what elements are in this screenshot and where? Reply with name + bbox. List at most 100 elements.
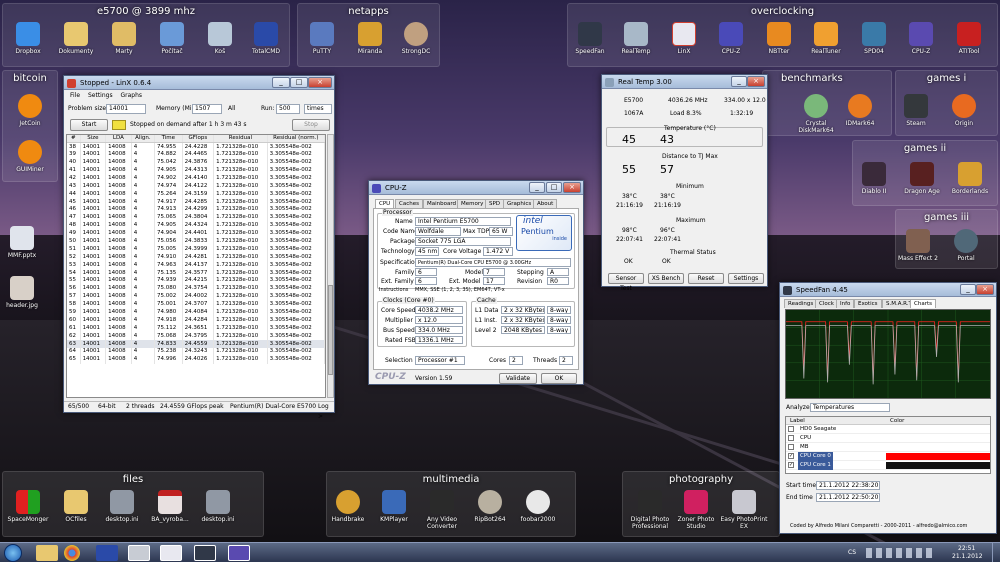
table-row[interactable]: 57 14001 14008 4 75.002 24.4002 1.721328e-010 3… xyxy=(67,292,325,301)
table-row[interactable]: 56 14001 14008 4 75.080 24.3754 1.721328e-010 3… xyxy=(67,284,325,293)
column-header[interactable]: Residual (norm.) xyxy=(267,135,325,144)
table-row[interactable]: 48 14001 14008 4 74.905 24.4324 1.721328e-010 3… xyxy=(67,221,325,230)
minimize-button[interactable]: _ xyxy=(529,182,545,193)
table-row[interactable]: 55 14001 14008 4 74.939 24.4215 1.721328e-010 3… xyxy=(67,277,325,285)
sensor-color-swatch[interactable] xyxy=(886,444,990,451)
explorer-icon[interactable] xyxy=(36,545,58,561)
close-button[interactable]: × xyxy=(976,284,994,295)
table-row[interactable]: 60 14001 14008 4 74.918 24.4284 1.721328e-010 3… xyxy=(67,316,325,325)
table-row[interactable]: 40 14001 14008 4 75.042 24.3876 1.721328e-010 3… xyxy=(67,158,325,167)
sensor-color-swatch[interactable] xyxy=(886,435,990,442)
show-desktop-button[interactable] xyxy=(992,543,1000,562)
desktop-icon-linx[interactable]: LinX xyxy=(658,22,710,55)
table-row[interactable]: 65 14001 14008 4 74.996 24.4026 1.721328e-010 3… xyxy=(67,355,325,364)
tab-mainboard[interactable]: Mainboard xyxy=(423,199,461,208)
desktop-icon-cpuz-2[interactable]: CPU-Z xyxy=(895,22,947,55)
desktop-icon-jetcoin[interactable]: JetCoin xyxy=(4,94,56,127)
close-button[interactable]: × xyxy=(308,77,332,88)
realtemp-window[interactable]: Real Temp 3.00 _ × E5700 4036.26 MHz 334… xyxy=(601,74,768,292)
totalcmd-icon[interactable] xyxy=(96,545,118,561)
table-row[interactable]: 38 14001 14008 4 74.955 24.4228 1.721328e-010 3… xyxy=(67,142,325,151)
desktop-icon-foobar[interactable]: foobar2000 xyxy=(512,490,564,523)
all-label[interactable]: All xyxy=(228,105,235,112)
selection-dropdown[interactable]: Processor #1 xyxy=(415,356,465,365)
desktop-icon-ripbot[interactable]: RipBot264 xyxy=(464,490,516,523)
sensor-checkbox[interactable] xyxy=(788,435,794,441)
desktop-icon-any-video[interactable]: Any Video Converter xyxy=(416,490,468,530)
cpuz-window[interactable]: CPU-Z _ □ × CPU Caches Mainboard Memory … xyxy=(368,180,584,385)
memory-input[interactable]: 1507 xyxy=(192,104,222,114)
problem-size-input[interactable]: 14001 xyxy=(106,104,146,114)
xs-bench-button[interactable]: XS Bench xyxy=(648,273,684,284)
language-indicator[interactable]: CS xyxy=(848,549,856,556)
sensor-checkbox[interactable]: ✓ xyxy=(788,453,794,459)
clock-time[interactable]: 22:51 xyxy=(958,545,975,552)
chrome-icon[interactable] xyxy=(64,545,80,561)
tray-icons[interactable] xyxy=(866,548,936,558)
desktop-icon-spd04[interactable]: SPD04 xyxy=(848,22,900,55)
sensor-list[interactable]: Label Color HD0 Seagate CPU MB ✓ CPU Core 0 ✓… xyxy=(785,416,991,474)
clock-date[interactable]: 21.1.2012 xyxy=(952,553,983,560)
desktop-icon-zoner[interactable]: Zoner Photo Studio xyxy=(670,490,722,530)
desktop-icon-totalcmd[interactable]: TotalCMD xyxy=(240,22,292,55)
realtemp-titlebar[interactable]: Real Temp 3.00 _ × xyxy=(602,75,767,89)
scroll-thumb[interactable] xyxy=(328,285,333,375)
desktop-icon-easy-photoprint[interactable]: Easy PhotoPrint EX xyxy=(718,490,770,530)
table-row[interactable]: 63 14001 14008 4 74.833 24.4559 1.721328e-010 3… xyxy=(67,340,325,349)
column-header[interactable]: Size xyxy=(80,135,107,144)
speedfan-titlebar[interactable]: SpeedFan 4.45 _ × xyxy=(780,283,996,297)
sensor-checkbox[interactable] xyxy=(788,444,794,450)
menu-file[interactable]: File xyxy=(70,92,80,99)
table-row[interactable]: 39 14001 14008 4 74.882 24.4465 1.721328e-010 3… xyxy=(67,150,325,159)
cpuz-titlebar[interactable]: CPU-Z _ □ × xyxy=(369,181,583,195)
times-select[interactable]: times xyxy=(304,104,332,114)
maximize-button[interactable]: □ xyxy=(290,77,308,88)
table-row[interactable]: 42 14001 14008 4 74.902 24.4140 1.721328e-010 3… xyxy=(67,174,325,183)
desktop-icon-nbtter[interactable]: NBTter xyxy=(753,22,805,55)
table-row[interactable]: 41 14001 14008 4 74.905 24.4313 1.721328e-010 3… xyxy=(67,166,325,175)
table-row[interactable]: 52 14001 14008 4 74.910 24.4281 1.721328e-010 3… xyxy=(67,253,325,262)
desktop-icon-dropbox[interactable]: Dropbox xyxy=(2,22,54,55)
table-row[interactable]: 58 14001 14008 4 75.001 24.3707 1.721328e-010 3… xyxy=(67,300,325,309)
desktop-icon-miranda[interactable]: Miranda xyxy=(344,22,396,55)
desktop-icon-idmark[interactable]: IDMark64 xyxy=(834,94,886,127)
analyze-dropdown[interactable]: Temperatures xyxy=(810,403,890,412)
desktop-icon-guiminer[interactable]: GUIMiner xyxy=(4,140,56,173)
desktop-icon-speedfan[interactable]: SpeedFan xyxy=(564,22,616,55)
tab-readings[interactable]: Readings xyxy=(784,299,818,308)
tab-exotics[interactable]: Exotics xyxy=(854,299,882,308)
desktop-icon-realtemp[interactable]: RealTemp xyxy=(610,22,662,55)
desktop-icon-ocfiles[interactable]: OCfiles xyxy=(50,490,102,523)
stop-button[interactable]: Stop xyxy=(292,119,330,131)
reset-button[interactable]: Reset xyxy=(688,273,724,284)
sensor-checkbox[interactable]: ✓ xyxy=(788,462,794,468)
table-row[interactable]: 47 14001 14008 4 75.065 24.3804 1.721328e-010 3… xyxy=(67,213,325,222)
table-row[interactable]: 45 14001 14008 4 74.917 24.4285 1.721328e-010 3… xyxy=(67,198,325,207)
tab-graphics[interactable]: Graphics xyxy=(503,199,536,208)
log-button[interactable]: Log > xyxy=(318,402,334,422)
desktop-icon-borderlands[interactable]: Borderlands xyxy=(944,162,996,195)
sensor-test-button[interactable]: Sensor Test xyxy=(608,273,644,292)
sensor-checkbox[interactable] xyxy=(788,426,794,432)
table-row[interactable]: 53 14001 14008 4 74.963 24.4137 1.721328e-010 3… xyxy=(67,261,325,270)
desktop-icon-dpp[interactable]: Digital Photo Professional xyxy=(624,490,676,530)
desktop-icon-recycle-bin[interactable]: Koš xyxy=(194,22,246,55)
tab-clock[interactable]: Clock xyxy=(815,299,838,308)
table-row[interactable]: 46 14001 14008 4 74.913 24.4299 1.721328e-010 3… xyxy=(67,206,325,214)
tab-charts[interactable]: Charts xyxy=(910,299,936,308)
column-header[interactable]: Residual xyxy=(213,135,268,144)
column-header[interactable]: GFlops xyxy=(182,135,215,144)
sensor-list-item[interactable]: HD0 Seagate xyxy=(786,425,990,434)
desktop-icon-atitool[interactable]: ATITool xyxy=(943,22,995,55)
column-header[interactable]: LDA xyxy=(105,135,132,144)
desktop-icon-mass-effect[interactable]: Mass Effect 2 xyxy=(892,229,944,262)
run-input[interactable]: 500 xyxy=(276,104,300,114)
table-row[interactable]: 44 14001 14008 4 75.264 24.3159 1.721328e-010 3… xyxy=(67,190,325,199)
minimize-button[interactable]: _ xyxy=(960,284,976,295)
menu-graphs[interactable]: Graphs xyxy=(121,92,143,99)
settings-button[interactable]: Settings xyxy=(728,273,764,284)
desktop-icon-strongdc[interactable]: StrongDC xyxy=(390,22,442,55)
validate-button[interactable]: Validate xyxy=(499,373,537,384)
sensor-color-swatch[interactable] xyxy=(886,453,990,460)
table-row[interactable]: 49 14001 14008 4 74.904 24.4401 1.721328e-010 3… xyxy=(67,229,325,238)
